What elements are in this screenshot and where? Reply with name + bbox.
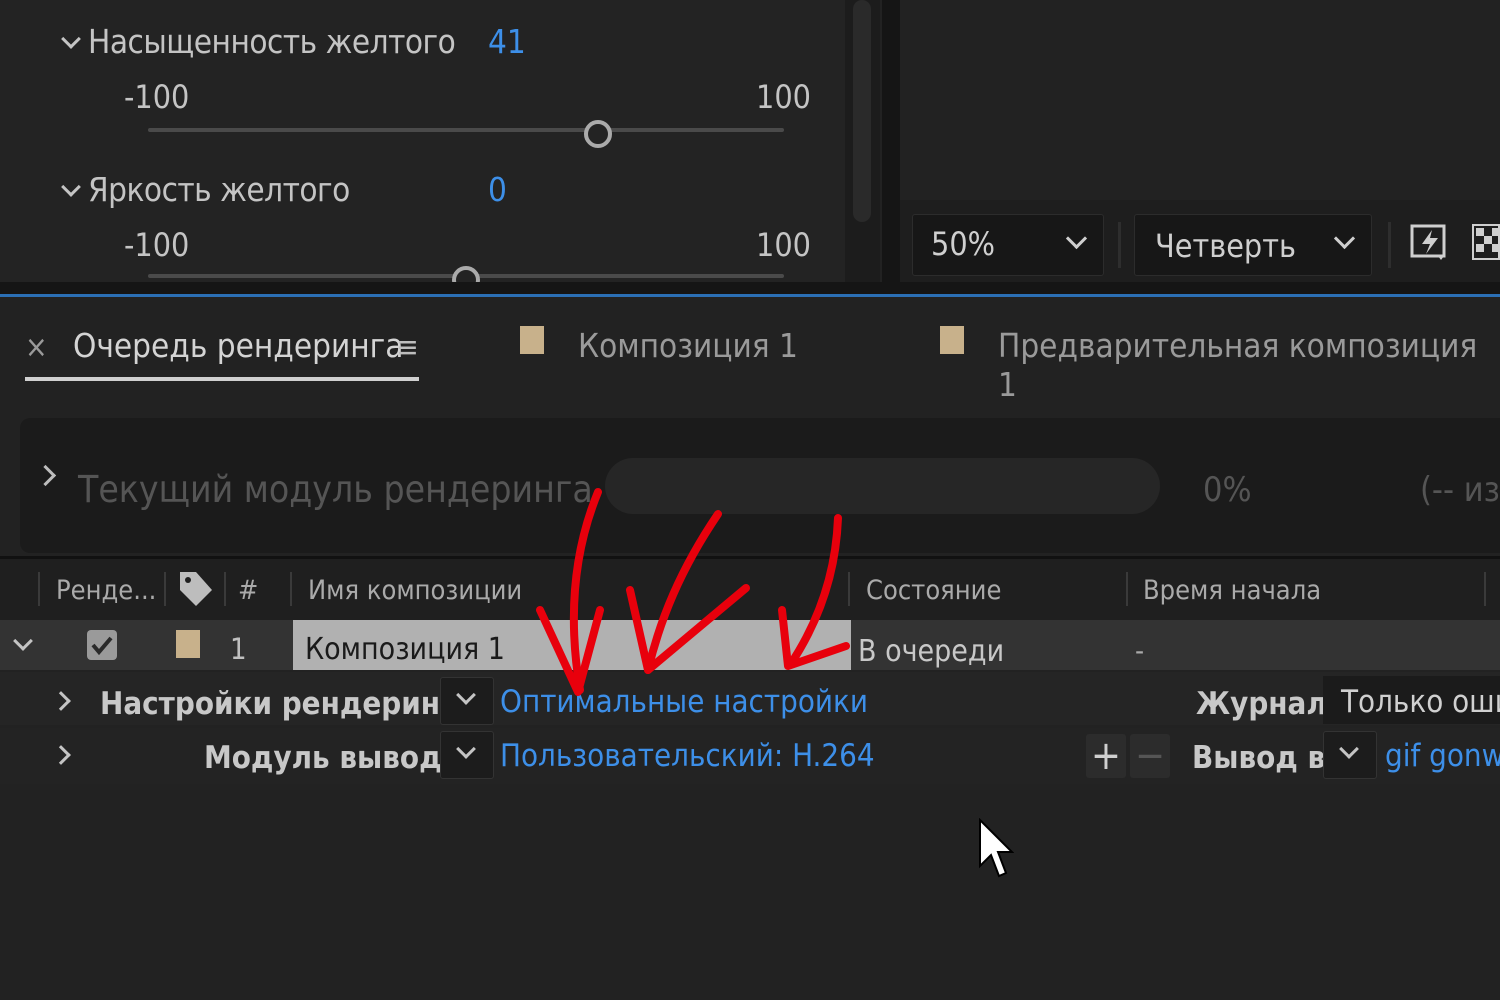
resolution-dropdown[interactable]: Четверть (1134, 214, 1372, 276)
expand-chevron-icon[interactable] (34, 464, 57, 487)
add-output-module-button[interactable]: + (1086, 734, 1126, 778)
property-label-yellow-brightness: Яркость желтого (88, 170, 350, 209)
output-to-dropdown[interactable] (1323, 731, 1377, 779)
tab-precomposition-1[interactable]: Предварительная композиция 1 (998, 326, 1500, 404)
annotation-arrow-2 (644, 510, 722, 674)
chevron-down-icon (1065, 227, 1088, 250)
chevron-down-icon (456, 739, 476, 759)
label-tag-icon[interactable] (178, 570, 214, 608)
fast-previews-icon[interactable] (1410, 222, 1450, 262)
precomp-color-swatch (940, 326, 964, 354)
tab-composition-1[interactable]: Композиция 1 (578, 326, 798, 365)
output-module-link[interactable]: Пользовательский: H.264 (500, 738, 875, 774)
column-separator (224, 572, 226, 606)
remove-output-module-button[interactable]: − (1130, 734, 1170, 778)
column-separator (1126, 572, 1128, 606)
column-header-start-time[interactable]: Время начала (1143, 575, 1321, 606)
render-settings-dropdown[interactable] (440, 677, 494, 725)
property-value-yellow-saturation[interactable]: 41 (488, 22, 526, 61)
comp-label-color[interactable] (176, 630, 200, 658)
chevron-down-icon (1333, 227, 1356, 250)
column-header-number[interactable]: # (238, 575, 258, 606)
output-module-label: Модуль вывода: (204, 740, 472, 776)
tab-render-queue[interactable]: Очередь рендеринга (73, 326, 403, 365)
slider-min-label: -100 (124, 78, 190, 116)
column-header-render[interactable]: Ренде... (56, 575, 156, 606)
annotation-arrows (536, 488, 850, 696)
column-separator (38, 572, 40, 606)
active-panel-indicator (0, 294, 1500, 297)
start-time: - (1135, 634, 1145, 667)
column-separator (290, 572, 292, 606)
slider-min-label: -100 (124, 226, 190, 264)
render-percent: 0% (1203, 470, 1252, 510)
effects-scrollbar[interactable] (845, 0, 880, 282)
transparency-grid-icon[interactable] (1472, 224, 1500, 260)
render-settings-label: Настройки рендеринга: (100, 686, 485, 722)
composition-color-swatch (520, 326, 544, 354)
mouse-cursor-icon (979, 818, 1014, 878)
column-separator (1484, 572, 1486, 606)
chevron-down-icon (456, 685, 476, 705)
log-value: Только оши (1341, 684, 1500, 720)
output-file-link[interactable]: gif gonwi (1385, 738, 1500, 774)
chevron-down-icon (1339, 739, 1359, 759)
active-tab-underline (25, 377, 419, 381)
scrollbar-thumb[interactable] (853, 0, 871, 222)
close-tab-icon[interactable]: × (25, 330, 48, 365)
column-header-comp-name[interactable]: Имя композиции (308, 575, 522, 606)
panel-menu-icon[interactable]: ≡ (396, 330, 419, 365)
expand-chevron-icon[interactable] (61, 177, 81, 197)
slider-max-label: 100 (756, 78, 811, 116)
viewer-toolbar: 50% Четверть (900, 200, 1500, 282)
property-label-yellow-saturation: Насыщенность желтого (88, 22, 456, 61)
output-module-dropdown[interactable] (440, 731, 494, 779)
toolbar-divider (1388, 222, 1391, 268)
zoom-dropdown[interactable]: 50% (912, 214, 1104, 276)
annotation-arrow-2-head (626, 584, 750, 674)
comp-name: Композиция 1 (305, 632, 505, 667)
annotation-arrow-3 (786, 514, 842, 669)
slider-knob[interactable] (584, 120, 612, 148)
slider-track[interactable] (148, 128, 784, 132)
render-checkbox[interactable] (87, 630, 117, 660)
log-dropdown[interactable]: Только оши (1323, 676, 1500, 724)
effect-controls-panel: Насыщенность желтого 41 -100 100 Яркость… (0, 0, 850, 294)
expand-chevron-icon[interactable] (61, 29, 81, 49)
toolbar-divider (1118, 222, 1121, 268)
zoom-value: 50% (931, 225, 995, 263)
column-separator (164, 572, 166, 606)
property-value-yellow-brightness[interactable]: 0 (488, 170, 507, 209)
row-number: 1 (230, 632, 247, 666)
render-remaining: (-- из (1420, 470, 1500, 510)
output-to-label: Вывод в: (1192, 740, 1337, 776)
resolution-value: Четверть (1155, 227, 1296, 265)
log-label: Журнал: (1196, 686, 1338, 722)
slider-max-label: 100 (756, 226, 811, 264)
panel-divider[interactable] (882, 0, 900, 282)
